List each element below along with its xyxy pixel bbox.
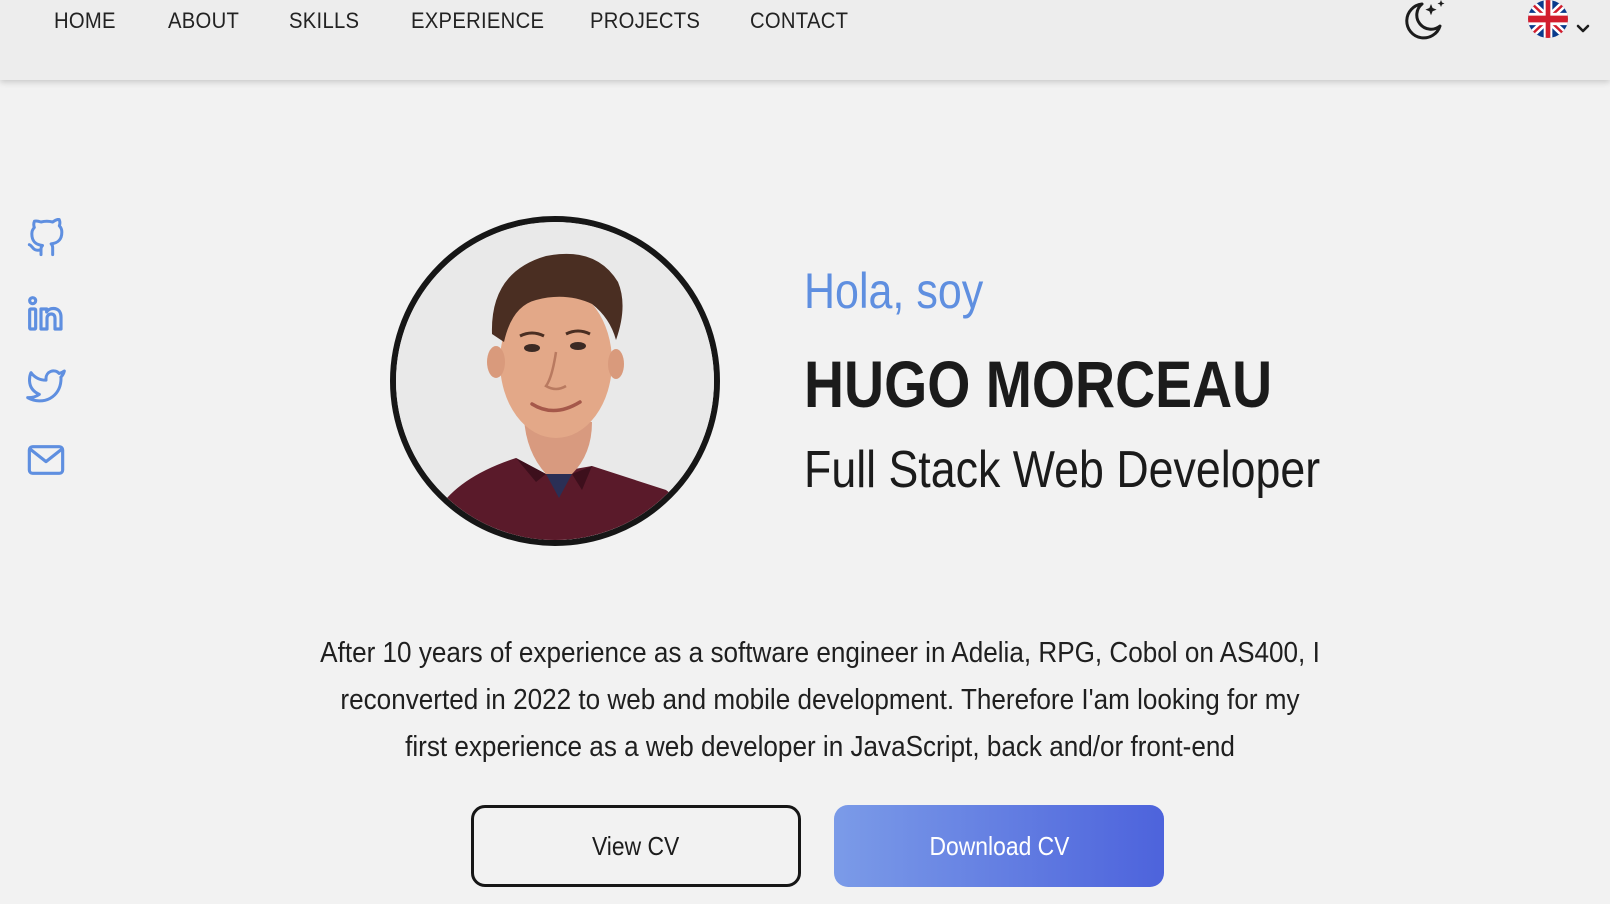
language-select[interactable] bbox=[1528, 0, 1598, 44]
view-cv-label: View CV bbox=[592, 830, 680, 861]
bio-paragraph: After 10 years of experience as a softwa… bbox=[240, 630, 1400, 771]
profile-name: HUGO MORCEAU bbox=[804, 347, 1273, 421]
nav-contact-link[interactable]: CONTACT bbox=[750, 8, 848, 34]
twitter-icon bbox=[26, 369, 66, 403]
mail-icon bbox=[27, 445, 65, 475]
download-cv-label: Download CV bbox=[929, 830, 1069, 861]
nav-about-link[interactable]: ABOUT bbox=[168, 8, 239, 34]
github-link[interactable] bbox=[26, 217, 66, 258]
twitter-link[interactable] bbox=[26, 366, 66, 406]
uk-flag-icon bbox=[1528, 0, 1568, 38]
email-link[interactable] bbox=[26, 440, 66, 480]
nav-projects-link[interactable]: PROJECTS bbox=[590, 8, 700, 34]
linkedin-link[interactable] bbox=[26, 294, 66, 334]
profile-role: Full Stack Web Developer bbox=[804, 441, 1321, 499]
github-icon bbox=[27, 217, 64, 257]
theme-toggle-button[interactable] bbox=[1400, 0, 1448, 40]
bio-line: first experience as a web developer in J… bbox=[405, 731, 1235, 763]
download-cv-button[interactable]: Download CV bbox=[834, 805, 1164, 887]
greeting-text: Hola, soy bbox=[804, 263, 984, 319]
top-navbar: HOME ABOUT SKILLS EXPERIENCE PROJECTS CO… bbox=[0, 0, 1610, 80]
nav-home-link[interactable]: HOME bbox=[54, 8, 116, 34]
view-cv-button[interactable]: View CV bbox=[471, 805, 801, 887]
bio-line: reconverted in 2022 to web and mobile de… bbox=[340, 684, 1300, 716]
nav-experience-link[interactable]: EXPERIENCE bbox=[411, 8, 544, 34]
chevron-down-icon bbox=[1576, 24, 1590, 33]
bio-line: After 10 years of experience as a softwa… bbox=[320, 637, 1320, 669]
moon-stars-icon bbox=[1405, 0, 1445, 40]
linkedin-icon bbox=[28, 296, 63, 331]
profile-photo bbox=[390, 216, 720, 546]
nav-skills-link[interactable]: SKILLS bbox=[289, 8, 359, 34]
